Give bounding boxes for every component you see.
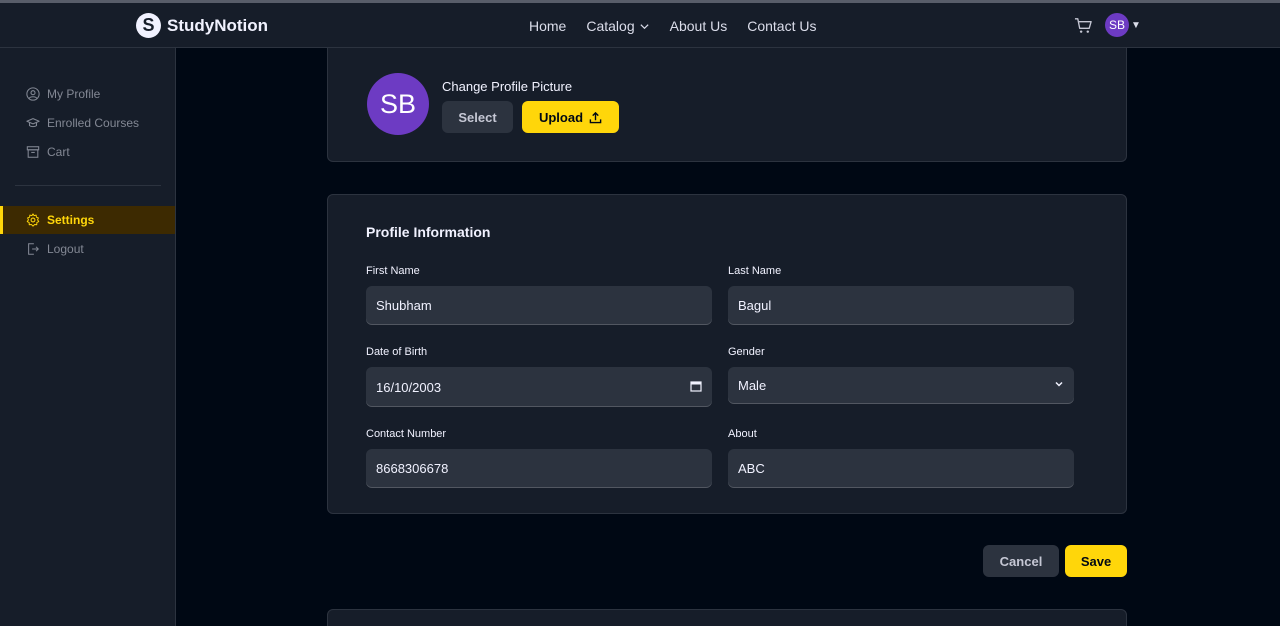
sidebar-item-my-profile[interactable]: My Profile xyxy=(0,80,175,108)
next-section-card xyxy=(327,609,1127,626)
brand-name: StudyNotion xyxy=(167,15,269,35)
about-field[interactable]: ABC xyxy=(728,449,1074,488)
sidebar: My Profile Enrolled Courses Cart Setting… xyxy=(0,48,176,626)
sidebar-item-label: Enrolled Courses xyxy=(47,116,140,130)
logout-icon xyxy=(28,243,39,255)
change-picture-title: Change Profile Picture xyxy=(442,79,573,94)
first-name-field[interactable]: Shubham xyxy=(366,286,712,325)
sidebar-item-label: Cart xyxy=(47,145,70,159)
chevron-down-icon xyxy=(640,23,649,29)
gender-select[interactable]: Male xyxy=(728,367,1074,404)
upload-button[interactable]: Upload xyxy=(522,101,619,133)
caret-down-icon: ▼ xyxy=(1131,19,1141,31)
profile-information-card: Profile Information First Name Shubham L… xyxy=(327,194,1127,514)
last-name-label: Last Name xyxy=(728,265,782,277)
nav-about[interactable]: About Us xyxy=(670,18,728,34)
sidebar-item-settings[interactable]: Settings xyxy=(0,206,175,234)
sidebar-item-logout[interactable]: Logout xyxy=(0,235,175,263)
nav-home[interactable]: Home xyxy=(529,18,566,34)
user-circle-icon xyxy=(26,87,40,101)
top-navbar: S StudyNotion Home Catalog About Us Cont… xyxy=(0,3,1280,48)
gender-value: Male xyxy=(738,378,767,393)
first-name-label: First Name xyxy=(366,265,420,277)
sidebar-item-cart[interactable]: Cart xyxy=(0,138,175,166)
avatar: SB xyxy=(1105,13,1129,37)
upload-icon xyxy=(589,111,602,123)
sidebar-item-label: Settings xyxy=(47,213,95,227)
sidebar-divider xyxy=(15,185,161,186)
save-button[interactable]: Save xyxy=(1065,545,1127,577)
upload-button-label: Upload xyxy=(538,109,584,125)
sidebar-item-enrolled-courses[interactable]: Enrolled Courses xyxy=(0,109,175,137)
nav-links: Home Catalog About Us Contact Us xyxy=(529,18,816,34)
profile-information-title: Profile Information xyxy=(366,224,491,240)
nav-catalog[interactable]: Catalog xyxy=(586,18,649,34)
cancel-button[interactable]: Cancel xyxy=(983,545,1059,577)
archive-icon xyxy=(26,146,40,158)
calendar-icon[interactable] xyxy=(690,380,702,392)
nav-right: SB ▼ xyxy=(1074,13,1141,37)
dob-label: Date of Birth xyxy=(366,346,428,358)
logo-mark-icon: S xyxy=(136,13,161,38)
avatar: SB xyxy=(367,73,429,135)
brand-logo[interactable]: S StudyNotion xyxy=(136,13,268,38)
contact-number-field[interactable]: 8668306678 xyxy=(366,449,712,488)
graduation-cap-icon xyxy=(26,118,40,128)
dob-value: 16/10/2003 xyxy=(376,379,442,395)
sidebar-item-label: My Profile xyxy=(47,87,101,101)
contact-number-label: Contact Number xyxy=(366,428,447,440)
last-name-field[interactable]: Bagul xyxy=(728,286,1074,325)
nav-contact[interactable]: Contact Us xyxy=(747,18,816,34)
cart-icon[interactable] xyxy=(1074,16,1093,35)
about-label: About xyxy=(728,428,757,440)
nav-catalog-label: Catalog xyxy=(586,18,635,34)
gear-icon xyxy=(26,213,40,227)
dob-field[interactable]: 16/10/2003 xyxy=(366,367,712,407)
user-menu[interactable]: SB ▼ xyxy=(1105,13,1141,37)
gender-label: Gender xyxy=(728,346,765,358)
chevron-down-icon xyxy=(1055,381,1063,387)
select-button[interactable]: Select xyxy=(442,101,513,133)
sidebar-item-label: Logout xyxy=(47,242,84,256)
profile-picture-card: SB Change Profile Picture Select Upload xyxy=(327,48,1127,162)
